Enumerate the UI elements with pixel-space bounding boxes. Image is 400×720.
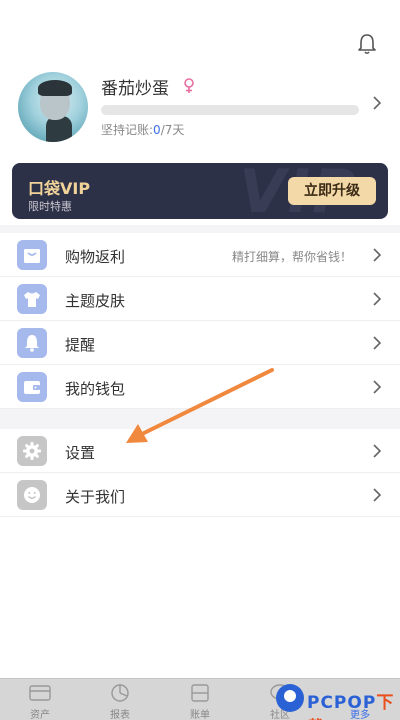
tab-reports[interactable]: 报表 bbox=[80, 679, 160, 720]
menu-item-label: 关于我们 bbox=[65, 488, 126, 506]
profile-header[interactable]: 番茄炒蛋 坚持记账:0/7天 bbox=[0, 72, 400, 144]
shopping-bag-icon bbox=[24, 249, 40, 263]
bell-icon bbox=[25, 335, 39, 352]
menu-item-hint: 精打细算，帮你省钱！ bbox=[231, 250, 352, 264]
menu-item-wallet[interactable]: 我的钱包 bbox=[0, 365, 400, 409]
pcpop-logo-icon bbox=[276, 684, 304, 712]
menu-item-reminder[interactable]: 提醒 bbox=[0, 321, 400, 365]
menu-item-label: 提醒 bbox=[65, 336, 96, 354]
streak-progress-bar bbox=[101, 105, 359, 115]
card-icon bbox=[29, 685, 51, 701]
chevron-right-icon bbox=[373, 380, 382, 394]
vip-title: 口袋VIP bbox=[28, 179, 91, 198]
menu-item-about-us[interactable]: 关于我们 bbox=[0, 473, 400, 517]
menu-item-settings[interactable]: 设置 bbox=[0, 429, 400, 473]
tab-bills[interactable]: 账单 bbox=[160, 679, 240, 720]
smiley-icon bbox=[24, 487, 40, 503]
chevron-right-icon bbox=[373, 488, 382, 502]
menu-item-label: 主题皮肤 bbox=[65, 292, 126, 310]
gear-icon bbox=[23, 442, 41, 460]
tshirt-icon bbox=[24, 292, 40, 307]
female-gender-icon bbox=[184, 78, 194, 93]
tab-assets[interactable]: 资产 bbox=[0, 679, 80, 720]
pcpop-watermark-logo: PCPOP下载 bbox=[276, 684, 400, 720]
vip-subtitle: 限时特惠 bbox=[28, 200, 72, 213]
chevron-right-icon bbox=[373, 96, 382, 110]
chevron-right-icon bbox=[373, 336, 382, 350]
upgrade-button[interactable]: 立即升级 bbox=[288, 177, 376, 205]
section-divider bbox=[0, 225, 400, 233]
username: 番茄炒蛋 bbox=[101, 79, 169, 99]
menu-item-theme-skin[interactable]: 主题皮肤 bbox=[0, 277, 400, 321]
bill-icon bbox=[191, 684, 209, 702]
section-divider bbox=[0, 409, 400, 429]
chevron-right-icon bbox=[373, 444, 382, 458]
menu-item-label: 设置 bbox=[65, 444, 96, 462]
vip-banner[interactable]: VIP 口袋VIP 限时特惠 立即升级 bbox=[12, 163, 388, 219]
pie-chart-icon bbox=[111, 684, 129, 702]
chevron-right-icon bbox=[373, 292, 382, 306]
menu-item-label: 购物返利 bbox=[65, 248, 126, 266]
chevron-right-icon bbox=[373, 248, 382, 262]
wallet-icon bbox=[24, 381, 40, 394]
notification-bell-icon[interactable] bbox=[356, 32, 378, 56]
menu-item-label: 我的钱包 bbox=[65, 380, 126, 398]
streak-text: 坚持记账:0/7天 bbox=[101, 123, 185, 137]
menu-item-shopping-rebate[interactable]: 购物返利 精打细算，帮你省钱！ bbox=[0, 233, 400, 277]
avatar[interactable] bbox=[18, 72, 88, 142]
